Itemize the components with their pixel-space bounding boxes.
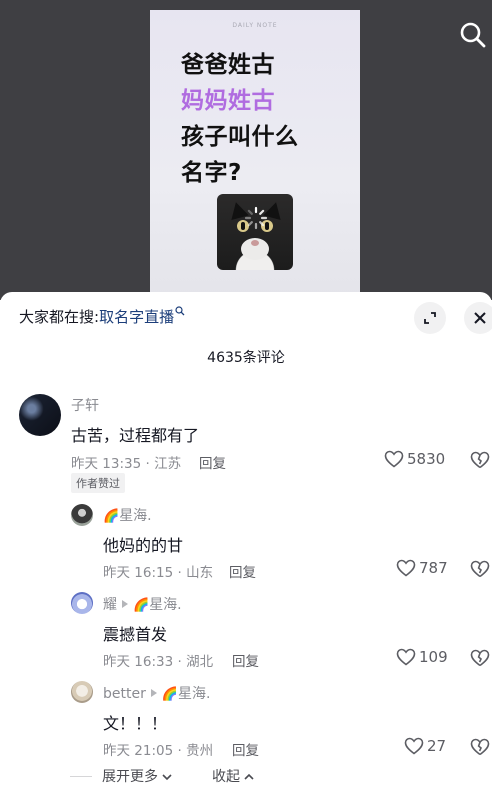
collapse-button[interactable]: 收起	[212, 766, 255, 786]
rainbow-emoji: 🌈	[103, 509, 120, 524]
avatar[interactable]	[19, 394, 61, 436]
chevron-up-icon	[244, 773, 255, 780]
reply-button[interactable]: 回复	[199, 452, 226, 472]
note-line-2: 妈妈姓古	[181, 88, 275, 114]
avatar[interactable]	[71, 681, 93, 703]
broken-heart-icon[interactable]	[470, 451, 490, 469]
search-icon[interactable]	[458, 20, 488, 50]
replies-footer: 展开更多 收起	[0, 764, 492, 788]
like-count: 5830	[407, 450, 446, 468]
fullscreen-button[interactable]	[414, 302, 446, 334]
like-button[interactable]: 27	[404, 737, 446, 755]
expand-icon	[424, 312, 436, 324]
reply-meta: 昨天 16:33 · 湖北	[103, 654, 214, 670]
reply-username[interactable]: 🌈星海.	[103, 505, 152, 525]
reply-button[interactable]: 回复	[232, 739, 259, 759]
reply-meta: 昨天 21:05 · 贵州	[103, 743, 214, 759]
avatar[interactable]	[71, 592, 93, 614]
like-count: 27	[427, 737, 447, 755]
rainbow-emoji: 🌈	[161, 687, 179, 702]
comment-text[interactable]: 古苦，过程都有了	[71, 422, 199, 446]
note-line-4: 名字?	[181, 160, 242, 186]
reply-button[interactable]: 回复	[229, 561, 256, 581]
like-button[interactable]: 787	[396, 559, 448, 577]
reply-text[interactable]: 文！！！	[103, 710, 167, 734]
like-count: 109	[419, 648, 448, 666]
reply-to-user[interactable]: 星海.	[119, 508, 151, 524]
reply-meta: 昨天 16:15 · 山东	[103, 565, 214, 581]
reply-from-user[interactable]: 耀	[103, 597, 117, 613]
author-liked-badge: 作者赞过	[71, 473, 125, 493]
note-line-1: 爸爸姓古	[181, 52, 275, 78]
comment-meta: 昨天 13:35 · 江苏	[71, 456, 182, 472]
reply-to-user[interactable]: 星海.	[149, 597, 181, 613]
expand-more-label: 展开更多	[102, 769, 158, 785]
broken-heart-icon[interactable]	[470, 560, 490, 578]
trending-search-prefix: 大家都在搜:	[19, 308, 100, 326]
collapse-label: 收起	[212, 769, 240, 785]
comment-username[interactable]: 子轩	[71, 395, 99, 415]
expand-more-button[interactable]: 展开更多	[102, 766, 173, 786]
like-count: 787	[419, 559, 448, 577]
reply-arrow-icon	[150, 689, 157, 697]
reply-to-user[interactable]: 星海.	[178, 686, 210, 702]
search-small-icon	[175, 306, 185, 316]
trending-search-keyword[interactable]: 取名字直播	[99, 308, 174, 326]
like-button[interactable]: 5830	[384, 450, 445, 468]
note-brand: DAILY NOTE	[232, 22, 278, 29]
comment-sheet: 大家都在搜:取名字直播 4635条评论 子轩 古苦，过程都有了 昨天 13:35…	[0, 292, 492, 800]
loading-spinner-icon	[244, 206, 268, 230]
reply-arrow-icon	[122, 600, 128, 608]
close-button[interactable]	[464, 302, 492, 334]
reply-username[interactable]: 耀 🌈星海.	[103, 594, 182, 614]
chevron-down-icon	[162, 774, 173, 781]
video-note-card: DAILY NOTE 爸爸姓古 妈妈姓古 孩子叫什么 名字?	[150, 10, 360, 300]
video-player[interactable]: DAILY NOTE 爸爸姓古 妈妈姓古 孩子叫什么 名字?	[0, 0, 492, 300]
heart-icon	[396, 559, 416, 577]
comment-count: 4635条评论	[207, 350, 285, 366]
reply-text[interactable]: 震撼首发	[103, 621, 167, 645]
reply-username[interactable]: better 🌈星海.	[103, 683, 211, 703]
heart-icon	[384, 450, 404, 468]
reply-from-user[interactable]: better	[103, 686, 146, 702]
like-button[interactable]: 109	[396, 648, 448, 666]
broken-heart-icon[interactable]	[470, 738, 490, 756]
reply-button[interactable]: 回复	[232, 650, 259, 670]
close-icon	[474, 312, 486, 324]
heart-icon	[396, 648, 416, 666]
rainbow-emoji: 🌈	[133, 598, 150, 613]
note-line-3: 孩子叫什么	[181, 124, 299, 150]
divider-line	[70, 776, 92, 777]
reply-text[interactable]: 他妈的的甘	[103, 532, 183, 556]
trending-search[interactable]: 大家都在搜:取名字直播	[19, 306, 185, 327]
heart-icon	[404, 737, 424, 755]
broken-heart-icon[interactable]	[470, 649, 490, 667]
avatar[interactable]	[71, 504, 93, 526]
